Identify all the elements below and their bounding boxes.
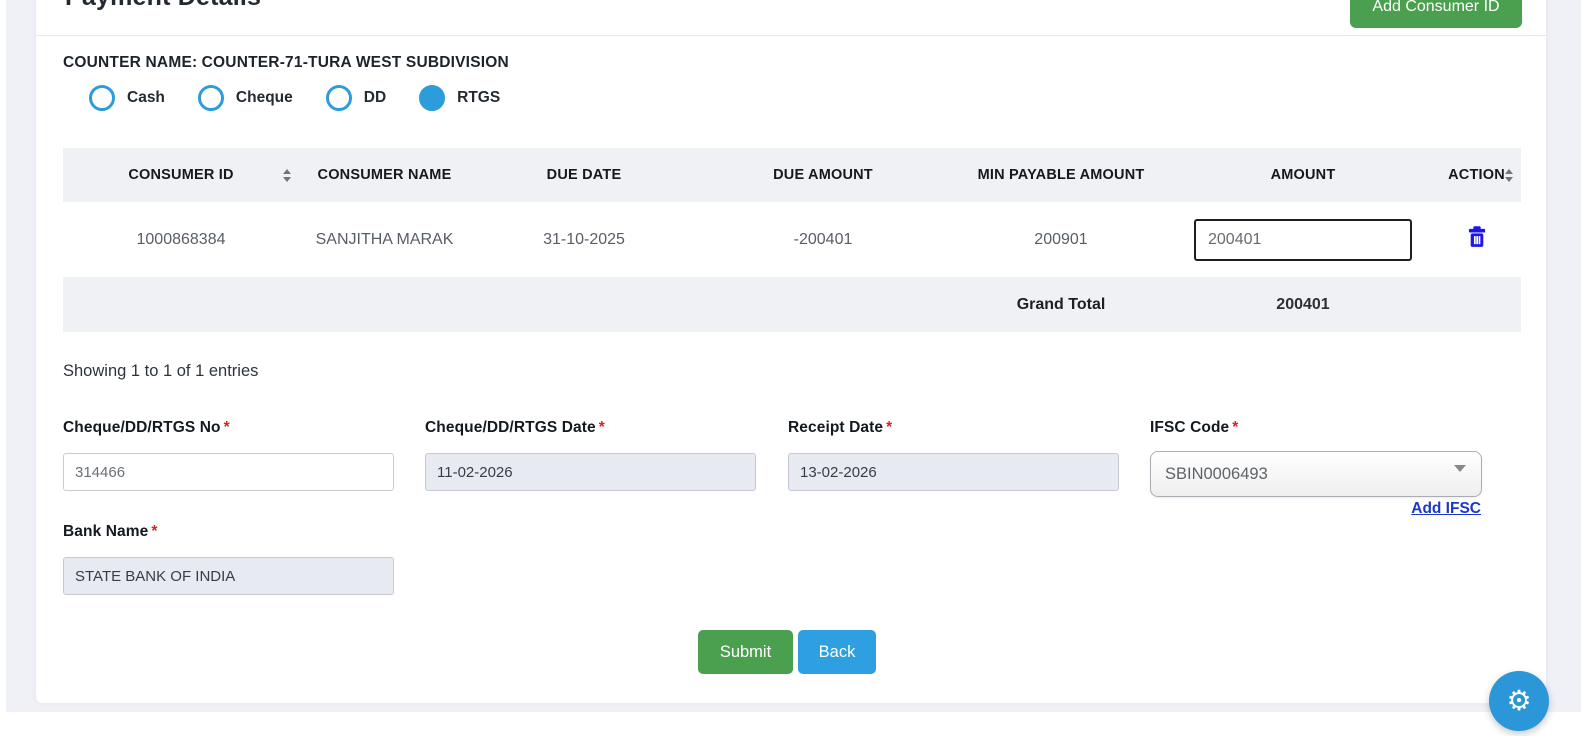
grand-total-label: Grand Total	[948, 296, 1174, 314]
back-button[interactable]: Back	[798, 630, 876, 674]
grand-total-value: 200401	[1174, 296, 1432, 314]
chevron-down-icon	[1454, 465, 1466, 472]
header-divider	[36, 35, 1546, 36]
add-ifsc-link[interactable]: Add IFSC	[1411, 500, 1481, 517]
receipt-date-label-text: Receipt Date	[788, 419, 883, 436]
cell-amount	[1174, 219, 1432, 261]
counter-name-value: COUNTER-71-TURA WEST SUBDIVISION	[202, 54, 509, 71]
payment-mode-radio-group: Cash Cheque DD RTGS	[89, 85, 500, 111]
radio-cash-circle[interactable]	[89, 85, 115, 111]
sort-icon[interactable]	[1505, 169, 1513, 182]
column-header-action[interactable]: ACTION	[1432, 148, 1521, 202]
amount-input[interactable]	[1194, 219, 1412, 261]
radio-cheque-label: Cheque	[236, 89, 293, 107]
column-header-action-label: ACTION	[1448, 167, 1505, 183]
column-header-due-amount-label: DUE AMOUNT	[773, 167, 873, 183]
cheque-no-field: Cheque/DD/RTGS No*	[63, 419, 394, 491]
table-row: 1000868384 SANJITHA MARAK 31-10-2025 -20…	[63, 202, 1521, 277]
radio-rtgs[interactable]: RTGS	[419, 85, 500, 111]
column-header-consumer-id[interactable]: CONSUMER ID	[63, 148, 299, 202]
column-header-amount-label: AMOUNT	[1271, 167, 1336, 183]
cheque-date-input[interactable]	[425, 453, 756, 491]
ifsc-code-label: IFSC Code*	[1150, 419, 1481, 437]
settings-fab-button[interactable]: ⚙	[1489, 671, 1549, 731]
cell-consumer-id: 1000868384	[63, 231, 299, 249]
required-asterisk: *	[151, 523, 157, 540]
radio-rtgs-circle[interactable]	[419, 85, 445, 111]
submit-button[interactable]: Submit	[698, 630, 793, 674]
consumers-table: CONSUMER ID CONSUMER NAME DUE DATE DUE A…	[63, 148, 1521, 332]
counter-name-label: COUNTER NAME:	[63, 54, 197, 71]
column-header-consumer-name: CONSUMER NAME	[299, 148, 470, 202]
bank-name-input[interactable]	[63, 557, 394, 595]
receipt-date-field: Receipt Date*	[788, 419, 1119, 491]
sort-icon[interactable]	[283, 169, 291, 182]
cell-due-amount: -200401	[698, 231, 948, 249]
cheque-no-input[interactable]	[63, 453, 394, 491]
column-header-amount: AMOUNT	[1174, 148, 1432, 202]
bank-name-field: Bank Name*	[63, 523, 394, 595]
required-asterisk: *	[599, 419, 605, 436]
column-header-consumer-id-label: CONSUMER ID	[128, 167, 233, 183]
gear-icon: ⚙	[1506, 687, 1531, 715]
add-ifsc-link-wrap: Add IFSC	[1150, 500, 1481, 518]
cheque-date-label: Cheque/DD/RTGS Date*	[425, 419, 756, 437]
column-header-min-payable-amount: MIN PAYABLE AMOUNT	[948, 148, 1174, 202]
cheque-no-label: Cheque/DD/RTGS No*	[63, 419, 394, 437]
ifsc-code-select[interactable]: SBIN0006493	[1150, 451, 1482, 497]
showing-entries-text: Showing 1 to 1 of 1 entries	[63, 362, 258, 381]
radio-cheque-circle[interactable]	[198, 85, 224, 111]
column-header-consumer-name-label: CONSUMER NAME	[318, 167, 452, 183]
payment-page: Payment Details Add Consumer ID COUNTER …	[0, 0, 1581, 736]
cell-consumer-name: SANJITHA MARAK	[299, 231, 470, 249]
ifsc-code-label-text: IFSC Code	[1150, 419, 1229, 436]
radio-dd-circle[interactable]	[326, 85, 352, 111]
column-header-min-payable-amount-label: MIN PAYABLE AMOUNT	[978, 167, 1145, 183]
trash-icon	[1468, 226, 1486, 248]
radio-cheque[interactable]: Cheque	[198, 85, 293, 111]
cell-action	[1432, 226, 1521, 253]
required-asterisk: *	[886, 419, 892, 436]
column-header-due-date-label: DUE DATE	[547, 167, 622, 183]
required-asterisk: *	[1232, 419, 1238, 436]
cell-due-date: 31-10-2025	[470, 231, 698, 249]
required-asterisk: *	[224, 419, 230, 436]
counter-name-line: COUNTER NAME: COUNTER-71-TURA WEST SUBDI…	[63, 54, 509, 72]
delete-row-button[interactable]	[1468, 226, 1486, 248]
ifsc-code-field: IFSC Code* SBIN0006493	[1150, 419, 1481, 497]
cell-min-payable-amount: 200901	[948, 231, 1174, 249]
cheque-date-label-text: Cheque/DD/RTGS Date	[425, 419, 596, 436]
cheque-no-label-text: Cheque/DD/RTGS No	[63, 419, 221, 436]
radio-cash[interactable]: Cash	[89, 85, 165, 111]
bank-name-label: Bank Name*	[63, 523, 394, 541]
table-header-row: CONSUMER ID CONSUMER NAME DUE DATE DUE A…	[63, 148, 1521, 202]
radio-dd-label: DD	[364, 89, 386, 107]
receipt-date-label: Receipt Date*	[788, 419, 1119, 437]
page-title: Payment Details	[65, 0, 261, 14]
receipt-date-input[interactable]	[788, 453, 1119, 491]
add-consumer-id-button[interactable]: Add Consumer ID	[1350, 0, 1522, 28]
ifsc-code-selected-value: SBIN0006493	[1165, 465, 1268, 484]
bank-name-label-text: Bank Name	[63, 523, 148, 540]
radio-rtgs-label: RTGS	[457, 89, 500, 107]
grand-total-row: Grand Total 200401	[63, 277, 1521, 332]
cheque-date-field: Cheque/DD/RTGS Date*	[425, 419, 756, 491]
radio-cash-label: Cash	[127, 89, 165, 107]
column-header-due-date: DUE DATE	[470, 148, 698, 202]
column-header-due-amount: DUE AMOUNT	[698, 148, 948, 202]
radio-dd[interactable]: DD	[326, 85, 386, 111]
